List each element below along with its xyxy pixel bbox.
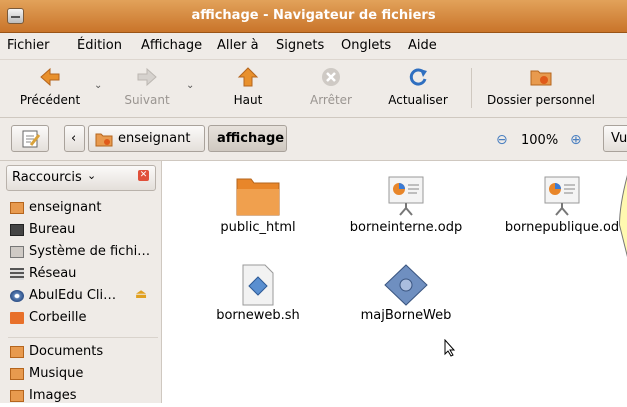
sidebar-divider [8,337,158,338]
folder-icon [10,390,24,402]
menu-onglets[interactable]: Onglets [341,38,391,53]
cdrom-icon [10,290,24,302]
chevron-down-icon: ⌄ [87,169,97,182]
path-button-parent[interactable]: enseignant [88,125,205,152]
reload-icon [409,68,427,86]
location-bar: ‹ enseignant affichage ⊖ 100% ⊕ Vu [0,118,627,161]
folder-icon [10,346,24,358]
view-mode-select[interactable]: Vu [603,125,627,152]
back-history-chevron-icon[interactable]: ⌄ [94,80,102,91]
menu-fichier[interactable]: Fichier [7,38,50,53]
executable-icon [384,264,428,306]
tooltip-balloon [618,174,627,258]
forward-button[interactable]: Suivant [112,60,182,117]
sidebar-type-select[interactable]: Raccourcis ⌄ ✕ [6,165,156,191]
window-title: affichage - Navigateur de fichiers [191,8,436,23]
menu-bar: Fichier Édition Affichage Aller à Signet… [0,33,627,60]
close-sidebar-icon[interactable]: ✕ [138,170,149,181]
title-bar: affichage - Navigateur de fichiers [0,0,627,33]
reload-button[interactable]: Actualiser [380,60,456,117]
sidebar: Raccourcis ⌄ ✕ enseignant Bureau Système… [0,161,162,403]
home-folder-button[interactable]: Dossier personnel [478,60,604,117]
back-arrow-icon [40,67,60,87]
script-icon [242,264,274,306]
mouse-cursor-icon [444,339,456,357]
edit-location-icon [22,130,41,148]
toggle-location-entry-button[interactable] [11,125,49,152]
menu-aide[interactable]: Aide [408,38,437,53]
desktop-icon [10,224,24,236]
path-button-current[interactable]: affichage [208,125,287,152]
toolbar-separator [471,68,472,108]
file-icon-view[interactable]: public_html borneinterne.odp bornepubliq… [162,161,627,403]
menu-affichage[interactable]: Affichage [141,38,202,53]
toolbar: Précédent ⌄ Suivant ⌄ Haut Arrêter Actua… [0,60,627,118]
forward-history-chevron-icon[interactable]: ⌄ [186,80,194,91]
back-button[interactable]: Précédent [10,60,90,117]
chevron-left-icon: ‹ [71,131,77,146]
home-folder-icon [530,70,552,86]
forward-arrow-icon [137,67,157,87]
network-icon [10,268,24,280]
up-arrow-icon [237,67,259,87]
presentation-icon [544,176,580,216]
filesystem-icon [10,246,24,258]
home-folder-icon [95,133,113,147]
folder-icon [10,368,24,380]
stop-button[interactable]: Arrêter [300,60,362,117]
menu-aller-a[interactable]: Aller à [217,38,259,53]
stop-icon [322,68,340,86]
zoom-out-icon[interactable]: ⊖ [496,132,508,148]
zoom-in-icon[interactable]: ⊕ [570,132,582,148]
eject-icon[interactable]: ⏏ [135,287,147,302]
path-scroll-left-button[interactable]: ‹ [64,125,85,152]
up-button[interactable]: Haut [218,60,278,117]
folder-icon [236,178,280,216]
menu-signets[interactable]: Signets [276,38,324,53]
home-folder-icon [10,202,24,214]
menu-edition[interactable]: Édition [77,38,122,53]
zoom-level[interactable]: 100% [521,133,558,148]
trash-icon [10,312,24,324]
presentation-icon [388,176,424,216]
